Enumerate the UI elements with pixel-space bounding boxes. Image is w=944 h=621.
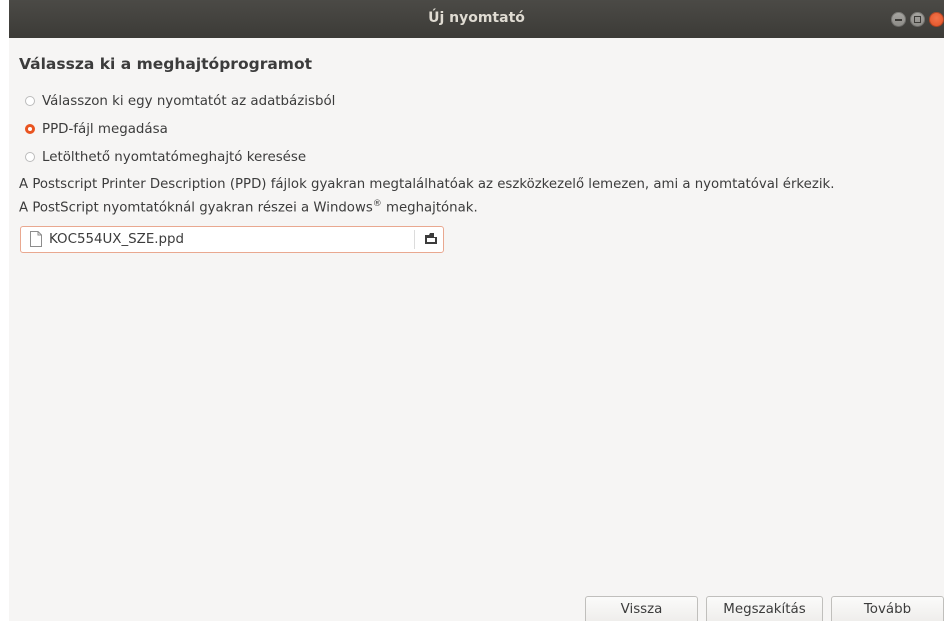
new-printer-window: Új nyomtató Válassza ki a meghajtóprogra…: [9, 0, 944, 621]
selected-file-name: KOC554UX_SZE.ppd: [49, 232, 185, 247]
minimize-button[interactable]: [891, 12, 906, 27]
description-line-2-suffix: meghajtónak.: [381, 200, 478, 216]
close-button[interactable]: [929, 12, 944, 27]
title-bar[interactable]: Új nyomtató: [9, 0, 944, 38]
radio-label: Letölthető nyomtatómeghajtó keresése: [42, 149, 307, 165]
open-folder-icon: [425, 233, 437, 244]
cancel-button[interactable]: Megszakítás: [706, 596, 823, 621]
radio-option-database[interactable]: Válasszon ki egy nyomtatót az adatbázisb…: [25, 90, 335, 112]
file-chooser-separator: [414, 230, 415, 249]
open-file-button[interactable]: [420, 227, 442, 252]
ppd-file-chooser[interactable]: KOC554UX_SZE.ppd: [20, 226, 444, 253]
next-button[interactable]: Tovább: [831, 596, 944, 621]
radio-option-ppd-file[interactable]: PPD-fájl megadása: [25, 118, 168, 140]
file-icon: [30, 231, 42, 247]
registered-mark: ®: [372, 199, 382, 209]
description-line-1: A Postscript Printer Description (PPD) f…: [19, 177, 835, 192]
description-line-2: A PostScript nyomtatóknál gyakran részei…: [19, 199, 478, 215]
radio-button-unchecked[interactable]: [25, 96, 35, 106]
radio-button-unchecked[interactable]: [25, 152, 35, 162]
back-button[interactable]: Vissza: [585, 596, 698, 621]
maximize-button[interactable]: [910, 12, 925, 27]
page-heading: Válassza ki a meghajtóprogramot: [19, 55, 313, 73]
radio-label: PPD-fájl megadása: [42, 121, 168, 137]
window-title: Új nyomtató: [428, 10, 525, 26]
radio-option-download-driver[interactable]: Letölthető nyomtatómeghajtó keresése: [25, 146, 306, 168]
radio-label: Válasszon ki egy nyomtatót az adatbázisb…: [42, 93, 336, 109]
radio-button-checked[interactable]: [25, 124, 35, 134]
description-line-2-prefix: A PostScript nyomtatóknál gyakran részei…: [19, 200, 373, 216]
